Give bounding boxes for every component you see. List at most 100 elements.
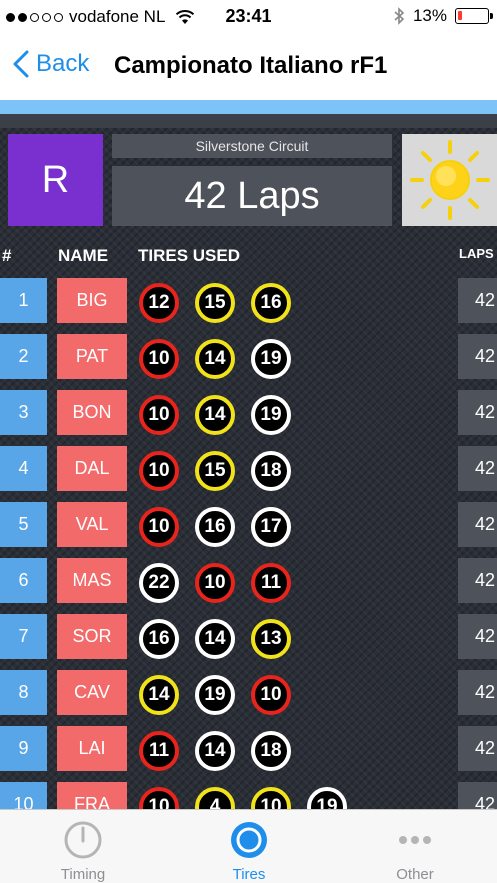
tire-badge-white: 19 [251, 395, 291, 435]
tire-badge-red: 10 [195, 563, 235, 603]
tire-badge-red: 10 [139, 787, 179, 809]
driver-name-cell: PAT [57, 334, 127, 379]
tire-badge-red: 11 [139, 731, 179, 771]
laps-cell: 42 [458, 502, 497, 547]
position-cell: 9 [0, 726, 47, 771]
tire-badge-white: 22 [139, 563, 179, 603]
tires-used-list: 10 4 10 19 [139, 787, 347, 809]
tire-badge-red: 11 [251, 563, 291, 603]
tab-timing[interactable]: Timing [0, 810, 166, 883]
tire-badge-yellow: 15 [195, 283, 235, 323]
tire-badge-white: 18 [251, 731, 291, 771]
stopwatch-icon [64, 821, 102, 859]
driver-name-cell: SOR [57, 614, 127, 659]
circuit-name: Silverstone Circuit [112, 134, 392, 158]
tire-badge-yellow: 15 [195, 451, 235, 491]
standings-row[interactable]: 9 LAI 11 14 18 42 [0, 726, 497, 771]
standings-row[interactable]: 6 MAS 22 10 11 42 [0, 558, 497, 603]
round-badge: R [8, 134, 103, 226]
chevron-left-icon [13, 50, 29, 78]
back-label: Back [36, 50, 90, 77]
laps-cell: 42 [458, 446, 497, 491]
tire-badge-white: 19 [307, 787, 347, 809]
driver-name-cell: MAS [57, 558, 127, 603]
driver-name-cell: BON [57, 390, 127, 435]
panel-header-strip [0, 114, 497, 128]
position-cell: 8 [0, 670, 47, 715]
tire-badge-white: 16 [139, 619, 179, 659]
standings-row[interactable]: 7 SOR 16 14 13 42 [0, 614, 497, 659]
standings-row[interactable]: 2 PAT 10 14 19 42 [0, 334, 497, 379]
standings-row[interactable]: 10 FRA 10 4 10 19 42 [0, 782, 497, 809]
tire-badge-white: 14 [195, 619, 235, 659]
tire-badge-yellow: 10 [251, 787, 291, 809]
tire-badge-red: 10 [139, 507, 179, 547]
tire-badge-red: 10 [251, 675, 291, 715]
tires-panel[interactable]: R Silverstone Circuit 42 Laps # NAME TIR… [0, 114, 497, 809]
tires-used-list: 22 10 11 [139, 563, 291, 603]
tire-badge-red: 10 [139, 339, 179, 379]
battery-level-fill [458, 11, 462, 20]
tire-badge-yellow: 14 [195, 339, 235, 379]
tab-other[interactable]: Other [332, 810, 497, 883]
position-cell: 5 [0, 502, 47, 547]
standings-row[interactable]: 8 CAV 14 19 10 42 [0, 670, 497, 715]
tire-badge-white: 19 [195, 675, 235, 715]
tires-used-list: 10 14 19 [139, 339, 291, 379]
header-accent-line [0, 100, 497, 114]
battery-percent: 13% [412, 6, 447, 25]
tires-used-list: 14 19 10 [139, 675, 291, 715]
more-dots-icon [399, 836, 431, 844]
position-cell: 1 [0, 278, 47, 323]
driver-name-cell: LAI [57, 726, 127, 771]
standings-row[interactable]: 3 BON 10 14 19 42 [0, 390, 497, 435]
laps-cell: 42 [458, 334, 497, 379]
battery-icon [455, 8, 493, 24]
tire-icon [231, 822, 267, 858]
laps-cell: 42 [458, 670, 497, 715]
column-header-laps: LAPS [459, 246, 494, 261]
tire-badge-yellow: 14 [139, 675, 179, 715]
laps-cell: 42 [458, 782, 497, 809]
column-header-position: # [2, 246, 12, 265]
position-cell: 7 [0, 614, 47, 659]
standings-row[interactable]: 4 DAL 10 15 18 42 [0, 446, 497, 491]
status-right: 13% [393, 6, 493, 26]
status-bar: vodafone NL 23:41 13% [0, 0, 497, 36]
tires-used-list: 10 16 17 [139, 507, 291, 547]
navigation-bar: Back Campionato Italiano rF1 [0, 36, 497, 100]
driver-name-cell: VAL [57, 502, 127, 547]
laps-cell: 42 [458, 726, 497, 771]
driver-name-cell: BIG [57, 278, 127, 323]
tire-badge-white: 18 [251, 451, 291, 491]
tab-tires[interactable]: Tires [166, 810, 332, 883]
standings-row[interactable]: 1 BIG 12 15 16 42 [0, 278, 497, 323]
tire-badge-red: 10 [139, 451, 179, 491]
tires-used-list: 16 14 13 [139, 619, 291, 659]
tab-bar: Timing Tires Other [0, 809, 497, 883]
tire-badge-yellow: 14 [195, 395, 235, 435]
tires-used-list: 10 15 18 [139, 451, 291, 491]
position-cell: 10 [0, 782, 47, 809]
tire-badge-yellow: 4 [195, 787, 235, 809]
standings-row[interactable]: 5 VAL 10 16 17 42 [0, 502, 497, 547]
bluetooth-icon [394, 7, 405, 25]
tire-badge-red: 12 [139, 283, 179, 323]
driver-name-cell: CAV [57, 670, 127, 715]
tab-other-label: Other [396, 866, 434, 883]
laps-cell: 42 [458, 390, 497, 435]
tab-timing-label: Timing [60, 866, 106, 883]
tire-badge-red: 10 [139, 395, 179, 435]
back-button[interactable]: Back [12, 50, 89, 78]
weather-box [402, 134, 497, 226]
laps-cell: 42 [458, 278, 497, 323]
tire-badge-yellow: 16 [251, 283, 291, 323]
driver-name-cell: DAL [57, 446, 127, 491]
tire-badge-white: 14 [195, 731, 235, 771]
race-laps: 42 Laps [112, 166, 392, 226]
column-header-tires: TIRES USED [138, 246, 241, 265]
laps-cell: 42 [458, 558, 497, 603]
position-cell: 2 [0, 334, 47, 379]
column-header-name: NAME [58, 246, 109, 265]
tires-used-list: 11 14 18 [139, 731, 291, 771]
